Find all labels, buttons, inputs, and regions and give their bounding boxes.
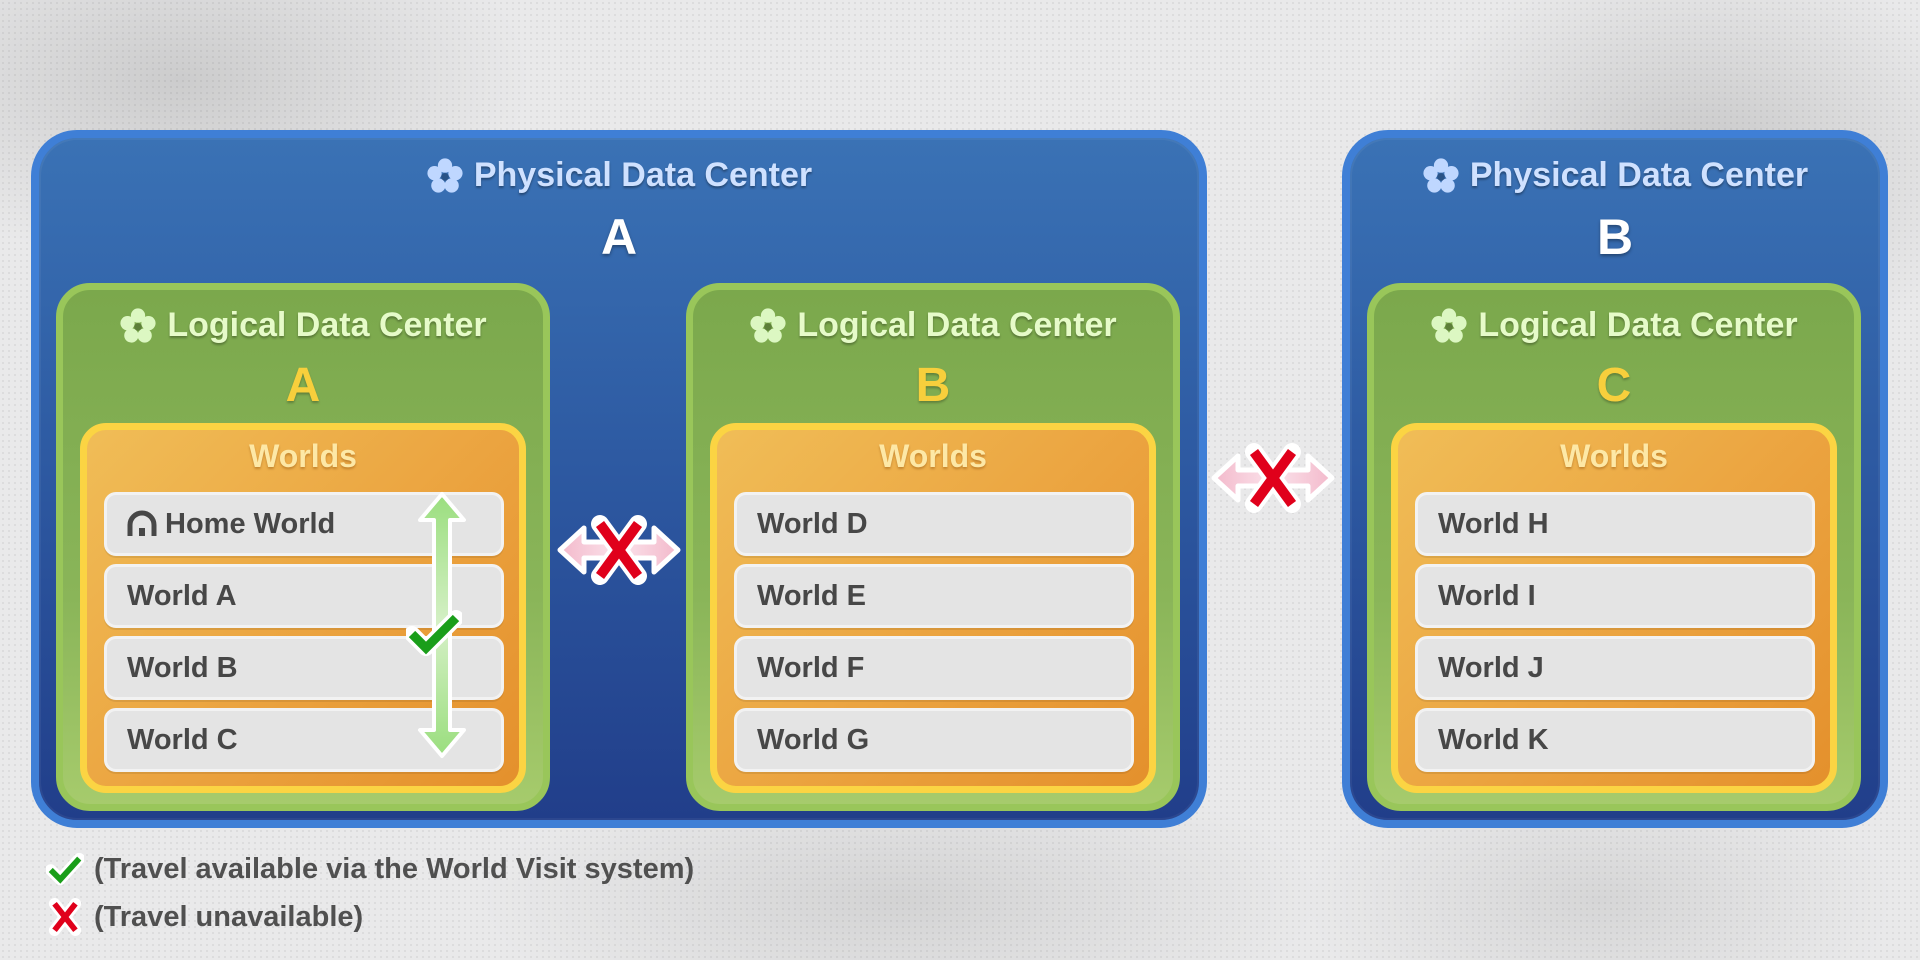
world-name: World I: [1438, 579, 1536, 612]
physical-data-center-label: Physical Data Center: [473, 156, 813, 194]
physical-data-center-b: Physical Data Center B Logical Data Cent…: [1342, 130, 1888, 828]
world-name: World J: [1438, 651, 1544, 684]
logical-data-center-a: Logical Data Center A Worlds Home World …: [56, 283, 550, 811]
physical-data-center-a: Physical Data Center A Logical Data Cent…: [31, 130, 1207, 828]
logical-data-center-c: Logical Data Center C Worlds World H Wor…: [1367, 283, 1861, 811]
world-name: World B: [127, 651, 238, 684]
world-name: World E: [757, 579, 867, 612]
logical-data-center-b: Logical Data Center B Worlds World D Wor…: [686, 283, 1180, 811]
logical-data-center-label: Logical Data Center: [1478, 306, 1798, 344]
world-name: World C: [127, 723, 238, 756]
world-name: World H: [1438, 507, 1549, 540]
flower-icon: [749, 307, 787, 345]
world-name: Home World: [165, 507, 336, 540]
legend-text: (Travel available via the World Visit sy…: [94, 852, 695, 885]
world-name: World G: [757, 723, 870, 756]
worlds-box: Worlds World H World I World J World K: [1391, 423, 1837, 793]
world-item[interactable]: World G: [734, 708, 1134, 772]
world-name: World A: [127, 579, 237, 612]
logical-data-center-title: Logical Data Center: [63, 306, 543, 345]
world-item[interactable]: World D: [734, 492, 1134, 556]
world-item[interactable]: World E: [734, 564, 1134, 628]
physical-data-center-label: Physical Data Center: [1469, 156, 1809, 194]
logical-data-center-label: Logical Data Center: [797, 306, 1117, 344]
flower-icon: [119, 307, 157, 345]
physical-data-center-title: Physical Data Center: [1350, 156, 1880, 195]
world-item[interactable]: World K: [1415, 708, 1815, 772]
flower-icon: [1430, 307, 1468, 345]
world-item[interactable]: World H: [1415, 492, 1815, 556]
logical-data-center-label: Logical Data Center: [167, 306, 487, 344]
flower-icon: [426, 157, 464, 195]
home-icon: [127, 510, 157, 536]
world-name: World D: [757, 507, 868, 540]
worlds-title: Worlds: [1560, 438, 1668, 474]
travel-unavailable-arrow-icon: [554, 510, 684, 590]
flower-icon: [1422, 157, 1460, 195]
check-icon: [406, 610, 462, 656]
logical-data-center-letter: B: [915, 359, 951, 412]
worlds-title: Worlds: [879, 438, 987, 474]
logical-data-center-title: Logical Data Center: [693, 306, 1173, 345]
legend-text: (Travel unavailable): [94, 900, 364, 933]
cross-icon: [48, 898, 82, 936]
logical-data-center-letter: C: [1596, 359, 1632, 412]
world-item[interactable]: World F: [734, 636, 1134, 700]
physical-data-center-title: Physical Data Center: [39, 156, 1199, 195]
world-name: World F: [757, 651, 865, 684]
legend-item-unavailable: (Travel unavailable): [46, 893, 694, 941]
travel-unavailable-arrow-icon: [1208, 438, 1338, 518]
worlds-box: Worlds Home World World A World B World …: [80, 423, 526, 793]
legend-item-available: (Travel available via the World Visit sy…: [46, 845, 694, 893]
logical-data-center-letter: A: [285, 359, 321, 412]
worlds-title: Worlds: [249, 438, 357, 474]
legend: (Travel available via the World Visit sy…: [46, 845, 694, 941]
physical-data-center-letter: B: [1596, 209, 1634, 265]
check-icon: [46, 852, 84, 886]
world-item[interactable]: World J: [1415, 636, 1815, 700]
worlds-box: Worlds World D World E World F World G: [710, 423, 1156, 793]
world-name: World K: [1438, 723, 1549, 756]
logical-data-center-title: Logical Data Center: [1374, 306, 1854, 345]
world-item[interactable]: World I: [1415, 564, 1815, 628]
physical-data-center-letter: A: [600, 209, 638, 265]
